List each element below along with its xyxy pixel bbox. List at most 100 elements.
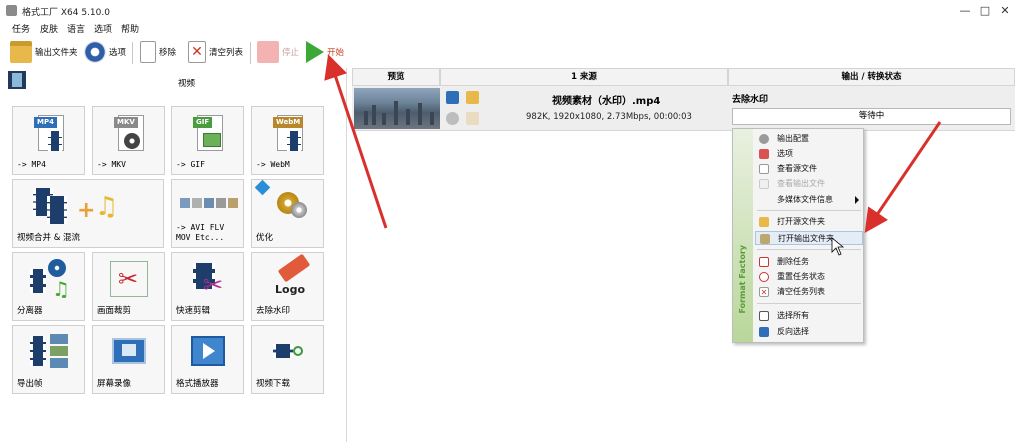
remove-label: 移除: [159, 48, 177, 58]
menu-item-output-config[interactable]: 输出配置: [755, 132, 863, 146]
menu-skin[interactable]: 皮肤: [40, 22, 58, 35]
tile-screen-record[interactable]: 屏幕录像: [92, 325, 165, 394]
document-icon: [759, 164, 769, 174]
folder-icon: [760, 234, 770, 244]
gear-icon: [759, 134, 769, 144]
tile-caption: 去除水印: [256, 306, 291, 316]
menu-separator: [757, 210, 861, 211]
menu-item-media-info[interactable]: 多媒体文件信息: [755, 193, 863, 207]
crop-scissors-icon: ✂: [110, 259, 148, 301]
tile-caption: 分离器: [17, 306, 43, 316]
minimize-button[interactable]: —: [955, 4, 975, 18]
function-panel: 视频 MP4 -> MP4 MKV -> MKV GIF -> GIF WebM…: [0, 68, 347, 442]
context-menu-brand-strip: Format Factory: [733, 129, 753, 342]
gif-file-icon: GIF: [189, 113, 227, 155]
column-header-preview[interactable]: 预览: [352, 68, 440, 86]
video-tool-grid: MP4 -> MP4 MKV -> MKV GIF -> GIF WebM ->…: [12, 106, 332, 442]
menu-item-select-all[interactable]: 选择所有: [755, 309, 863, 323]
format-strip-icon: [180, 192, 238, 218]
menu-item-options[interactable]: 选项: [755, 147, 863, 161]
tile-to-avi-flv-mov[interactable]: -> AVI FLV MOV Etc...: [171, 179, 244, 248]
tile-to-mp4[interactable]: MP4 -> MP4: [12, 106, 85, 175]
column-header-source[interactable]: 1 来源: [440, 68, 728, 86]
screen-record-icon: [110, 332, 148, 374]
menu-language[interactable]: 语言: [67, 22, 85, 35]
menu-item-open-output-folder[interactable]: 打开输出文件夹: [755, 231, 863, 245]
options-label: 选项: [109, 48, 127, 58]
toolbar: 输出文件夹 选项 移除 ✕ 清空列表 停止 开始: [0, 38, 1015, 66]
gear-icon: [84, 41, 106, 63]
menu-options[interactable]: 选项: [94, 22, 112, 35]
video-thumbnail: [354, 88, 440, 129]
folder-icon: [759, 217, 769, 227]
tile-quick-clip[interactable]: ✂ 快速剪辑: [171, 252, 244, 321]
column-header-output-status[interactable]: 输出 / 转换状态: [728, 68, 1015, 86]
tile-to-webm[interactable]: WebM -> WebM: [251, 106, 324, 175]
delete-icon: [759, 257, 769, 267]
start-label: 开始: [327, 48, 345, 58]
tile-caption: 格式播放器: [176, 379, 219, 389]
task-list-panel: 预览 1 来源 输出 / 转换状态 视频素材（水印）.mp4 982K, 192…: [352, 68, 1015, 442]
tile-optimize[interactable]: 优化: [251, 179, 324, 248]
output-task-type: 去除水印: [732, 95, 769, 105]
menu-item-open-source-folder[interactable]: 打开源文件夹: [755, 215, 863, 229]
tile-caption: 画面裁剪: [97, 306, 132, 316]
tile-export-frames[interactable]: 导出帧: [12, 325, 85, 394]
tile-format-player[interactable]: 格式播放器: [171, 325, 244, 394]
output-folder-button[interactable]: 输出文件夹: [10, 40, 78, 64]
menu-separator: [757, 303, 861, 304]
film-icon: [8, 71, 26, 89]
maximize-button[interactable]: □: [975, 4, 995, 18]
tile-caption: -> AVI FLV MOV Etc...: [176, 223, 225, 242]
remove-button[interactable]: 移除: [140, 40, 176, 64]
tile-caption: 屏幕录像: [97, 379, 132, 389]
tile-caption: 优化: [256, 233, 274, 243]
table-row[interactable]: 视频素材（水印）.mp4 982K, 1920x1080, 2.73Mbps, …: [352, 86, 1015, 131]
document-icon: [759, 179, 769, 189]
tile-caption: -> GIF: [176, 160, 205, 169]
quick-clip-icon: ✂: [189, 259, 227, 301]
video-section-label: 视频: [178, 79, 196, 89]
menu-item-view-output[interactable]: 查看输出文件: [755, 177, 863, 191]
optimize-gears-icon: [254, 179, 307, 228]
menu-item-invert-selection[interactable]: 反向选择: [755, 325, 863, 339]
clear-list-button[interactable]: ✕ 清空列表: [188, 40, 243, 64]
output-folder-label: 输出文件夹: [35, 48, 78, 58]
tile-to-gif[interactable]: GIF -> GIF: [171, 106, 244, 175]
menu-item-reset-status[interactable]: 重置任务状态: [755, 270, 863, 284]
video-section-header[interactable]: 视频: [0, 68, 347, 94]
clear-list-label: 清空列表: [209, 48, 244, 58]
task-context-menu: Format Factory 输出配置 选项 查看源文件 查看输出文件 多媒体文…: [732, 128, 864, 343]
tile-to-mkv[interactable]: MKV -> MKV: [92, 106, 165, 175]
tile-caption: -> WebM: [256, 160, 290, 169]
splitter-icon: ♫: [30, 259, 70, 301]
stop-button[interactable]: 停止: [257, 40, 299, 64]
info-icon[interactable]: [446, 91, 459, 104]
clear-x-icon: ✕: [188, 41, 206, 63]
start-button[interactable]: 开始: [306, 40, 344, 64]
download-film-icon: [269, 332, 307, 374]
menu-task[interactable]: 任务: [12, 22, 30, 35]
remove-doc-icon: [140, 41, 156, 63]
tile-splitter[interactable]: ♫ 分离器: [12, 252, 85, 321]
window-title: 格式工厂 X64 5.10.0: [22, 8, 110, 18]
source-file-info: 982K, 1920x1080, 2.73Mbps, 00:00:03: [526, 112, 692, 122]
menu-item-delete-task[interactable]: 删除任务: [755, 255, 863, 269]
menu-item-clear-tasks[interactable]: ✕ 清空任务列表: [755, 285, 863, 299]
tile-remove-watermark[interactable]: Logo 去除水印: [251, 252, 324, 321]
options-icon: [759, 149, 769, 159]
tile-video-download[interactable]: 视频下载: [251, 325, 324, 394]
webm-file-icon: WebM: [269, 113, 307, 155]
player-icon: [189, 332, 227, 374]
conversion-status: 等待中: [732, 108, 1011, 125]
menu-item-view-source[interactable]: 查看源文件: [755, 162, 863, 176]
open-folder-icon[interactable]: [466, 91, 479, 104]
tile-crop[interactable]: ✂ 画面裁剪: [92, 252, 165, 321]
tile-merge-mux[interactable]: + ♫ 视频合并 & 混流: [12, 179, 164, 248]
close-button[interactable]: ✕: [995, 4, 1015, 18]
stop-icon: [257, 41, 279, 63]
output-file-icon[interactable]: [466, 112, 479, 125]
menu-help[interactable]: 帮助: [121, 22, 139, 35]
settings-icon[interactable]: [446, 112, 459, 125]
options-button[interactable]: 选项: [84, 40, 126, 64]
